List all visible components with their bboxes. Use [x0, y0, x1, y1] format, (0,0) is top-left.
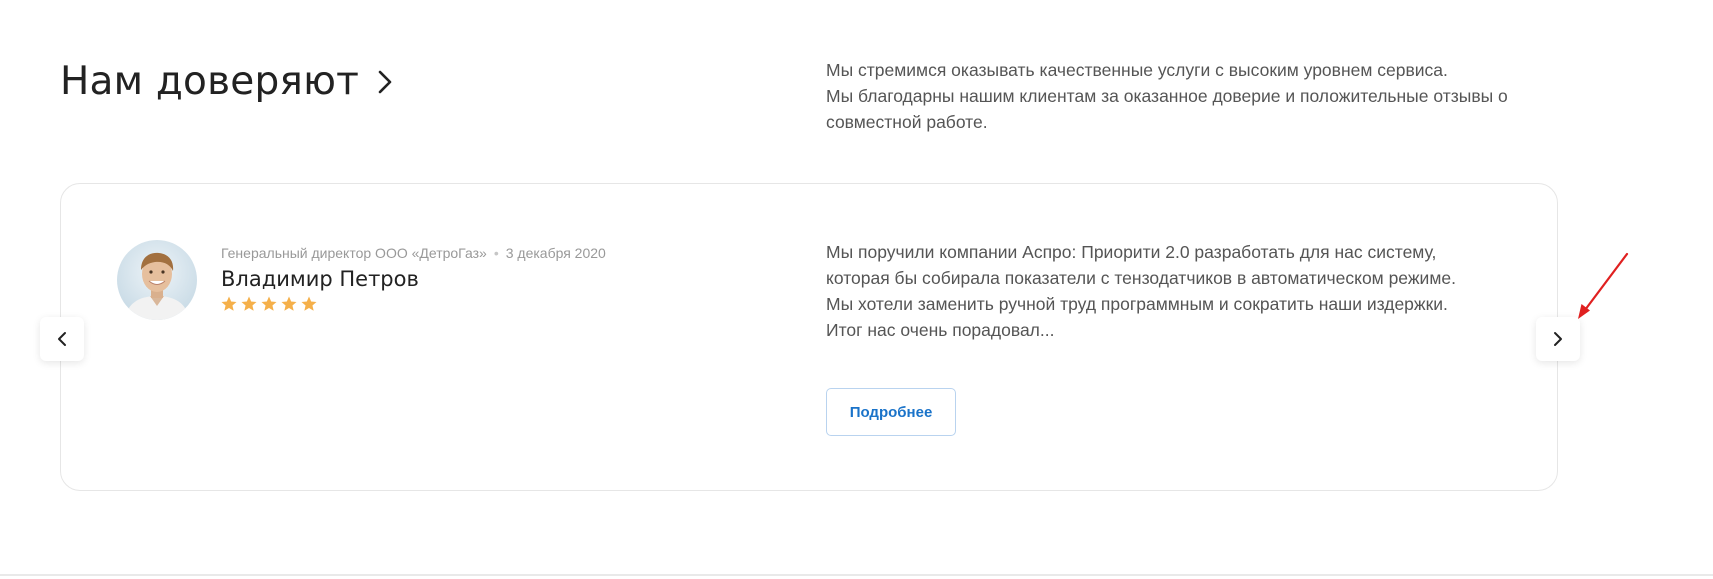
star-icon [241, 296, 257, 311]
divider [0, 574, 1713, 576]
section-intro: Мы стремимся оказывать качественные услу… [826, 57, 1546, 135]
author-position: Генеральный директор ООО «ДетроГаз» [221, 245, 487, 261]
review-line: Мы хотели заменить ручной труд программн… [826, 294, 1448, 314]
slider-next-button[interactable] [1536, 317, 1580, 361]
slider-prev-button[interactable] [40, 317, 84, 361]
chevron-right-icon [1554, 332, 1562, 346]
author-name: Владимир Петров [221, 267, 419, 291]
star-icon [221, 296, 237, 311]
star-icon [301, 296, 317, 311]
intro-line: Мы стремимся оказывать качественные услу… [826, 60, 1448, 80]
page: Нам доверяют Мы стремимся оказывать каче… [0, 0, 1713, 579]
section-title: Нам доверяют [60, 59, 360, 104]
review-line: Мы поручили компании Аспро: Приорити 2.0… [826, 242, 1437, 262]
intro-line: Мы благодарны нашим клиентам за оказанно… [826, 86, 1508, 132]
rating-stars [220, 295, 318, 313]
chevron-right-icon [378, 70, 392, 94]
avatar [117, 240, 197, 320]
star-icon [261, 296, 277, 311]
review-meta: Генеральный директор ООО «ДетроГаз» • 3 де… [221, 245, 606, 261]
review-date: 3 декабря 2020 [505, 245, 606, 261]
chevron-left-icon [58, 332, 66, 346]
annotation-arrow-icon [1578, 252, 1629, 319]
meta-separator: • [493, 245, 499, 261]
review-line: которая бы собирала показатели с тензода… [826, 268, 1456, 288]
more-button[interactable]: Подробнее [826, 388, 956, 436]
star-icon [281, 296, 297, 311]
section-title-link[interactable]: Нам доверяют [60, 58, 393, 106]
review-line: Итог нас очень порадовал... [826, 320, 1055, 340]
review-text: Мы поручили компании Аспро: Приорити 2.0… [826, 239, 1516, 343]
